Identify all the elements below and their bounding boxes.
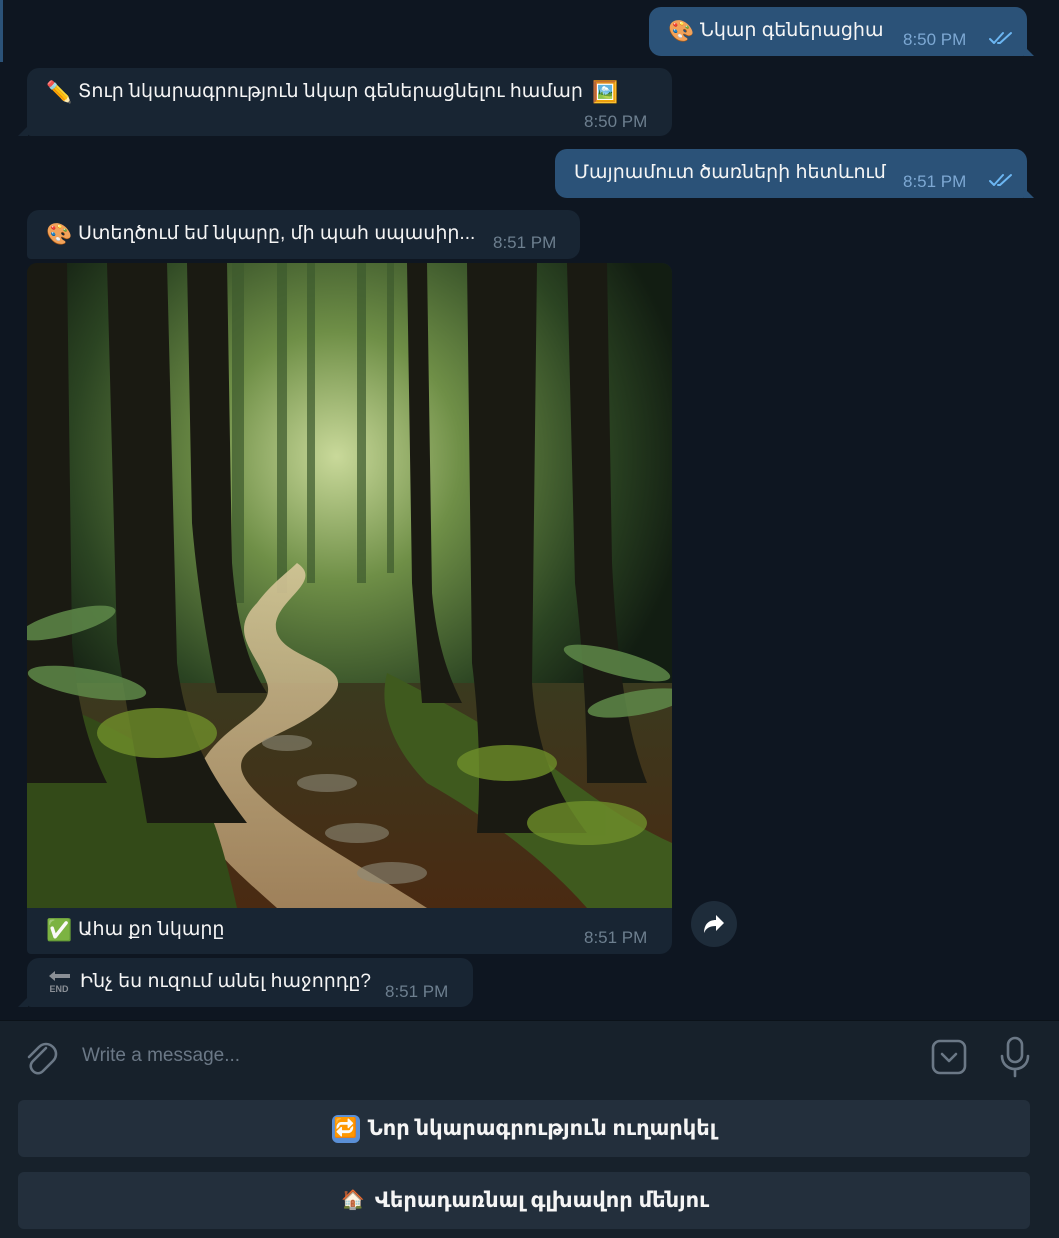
telegram-chat-window: 🎨 Նկար գեներացիա 8:50 PM ✏️ Տուր նկարագրու… [0,0,1059,1238]
photo-caption: ✅ Ահա քո նկարը [46,919,225,942]
end-arrow-icon: END [46,969,72,995]
paperclip-icon[interactable] [22,1038,58,1076]
double-check-icon [989,32,1012,44]
outgoing-message[interactable]: Մայրամուտ ծառների հետևում 8:51 PM [555,149,1027,198]
message-list[interactable]: 🎨 Նկար գեներացիա 8:50 PM ✏️ Տուր նկարագրու… [0,0,1059,1020]
photo-message[interactable]: ✅ Ահա քո նկարը 8:51 PM [27,263,672,954]
button-label: Նոր նկարագրություն ուղարկել [367,1117,717,1140]
message-time: 8:50 PM [584,112,648,131]
message-input[interactable] [82,1040,882,1072]
message-time: 8:51 PM [493,233,557,252]
palette-icon: 🎨 [668,20,695,43]
message-time: 8:51 PM [584,928,648,947]
pencil-icon: ✏️ [46,81,73,104]
message-time: 8:50 PM [903,30,967,49]
outgoing-message[interactable]: 🎨 Նկար գեներացիա 8:50 PM [649,7,1027,56]
message-text: ✏️ Տուր նկարագրություն նկար գեներացնելու … [46,81,619,104]
button-label: Վերադառնալ գլխավոր մենյու [374,1189,710,1212]
house-icon: 🏠 [341,1189,365,1211]
message-text: END Ինչ ես ուզում անել հաջորդը? [46,969,371,995]
bot-keyboard-icon[interactable] [931,1039,967,1075]
forest-path-photo[interactable] [27,263,672,908]
bubble-tail [18,997,28,1007]
message-time: 8:51 PM [903,172,967,191]
palette-icon: 🎨 [46,223,73,246]
forward-button[interactable] [691,901,737,947]
bubble-tail [1024,46,1034,56]
svg-text:END: END [49,984,69,994]
incoming-message[interactable]: ✏️ Տուր նկարագրություն նկար գեներացնելու … [27,68,672,136]
double-check-icon [989,174,1012,186]
framed-picture-icon: 🖼️ [592,81,619,104]
bubble-tail [1024,188,1034,198]
message-text: 🎨 Ստեղծում եմ նկարը, մի պահ սպասիր... [46,223,476,246]
message-text: Մայրամուտ ծառների հետևում [574,162,886,183]
microphone-icon[interactable] [997,1036,1033,1078]
message-time: 8:51 PM [385,982,449,1001]
repeat-icon: 🔁 [331,1114,360,1143]
forward-arrow-icon [704,915,724,933]
message-text: 🎨 Նկար գեներացիա [668,20,884,43]
new-description-button[interactable]: 🔁 Նոր նկարագրություն ուղարկել [18,1100,1030,1157]
check-mark-icon: ✅ [46,919,73,942]
incoming-message[interactable]: END Ինչ ես ուզում անել հաջորդը? 8:51 PM [27,958,473,1007]
incoming-message[interactable]: 🎨 Ստեղծում եմ նկարը, մի պահ սպասիր... 8:5… [27,210,580,259]
main-menu-button[interactable]: 🏠 Վերադառնալ գլխավոր մենյու [18,1172,1030,1229]
bubble-tail [18,126,28,136]
